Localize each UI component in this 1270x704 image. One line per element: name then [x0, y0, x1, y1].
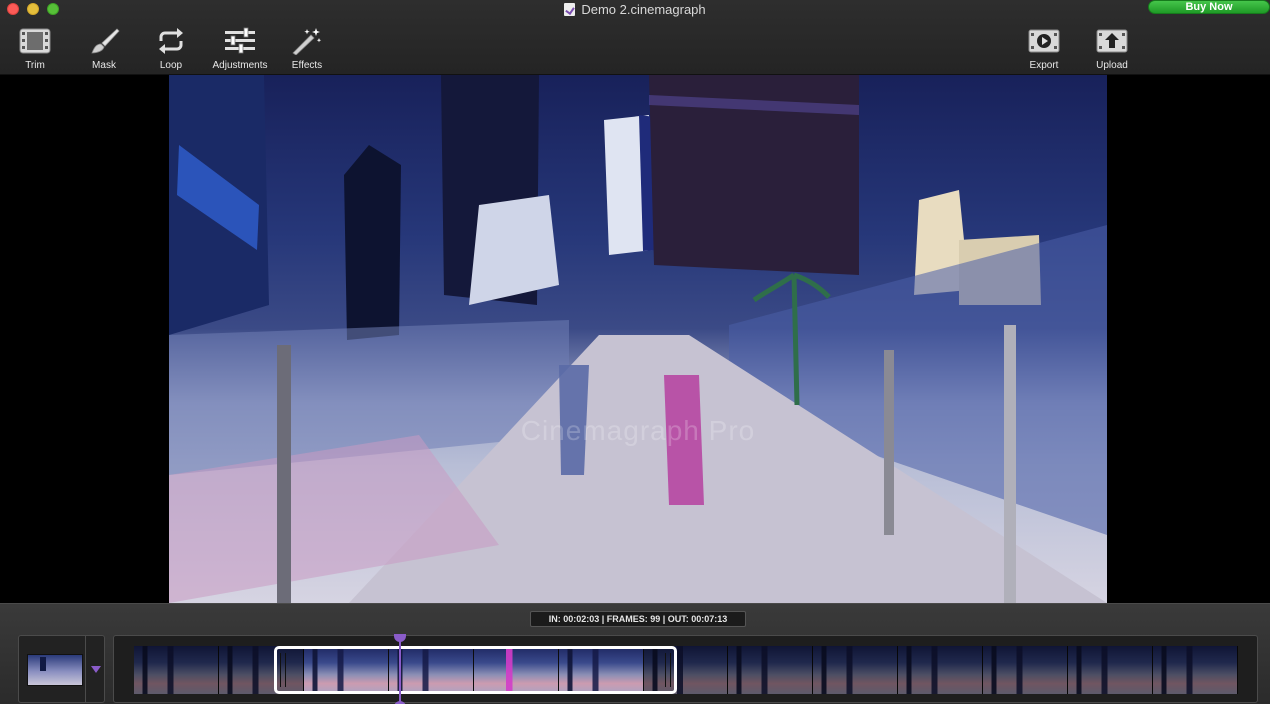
filmstrip-frame: [898, 646, 984, 694]
toolbar: Demo 2.cinemagraph Buy Now Trim Mask Loo…: [0, 0, 1270, 75]
trim-in-handle[interactable]: [280, 653, 286, 687]
trim-tool-button[interactable]: Trim: [0, 26, 70, 72]
still-frame-dropdown-icon[interactable]: [91, 666, 101, 673]
filmstrip-frame: [983, 646, 1069, 694]
trim-out-handle[interactable]: [665, 653, 671, 687]
watermark-text: Cinemagraph Pro: [520, 415, 756, 446]
still-frame-divider: [85, 636, 86, 702]
loop-tool-button[interactable]: Loop: [136, 26, 206, 72]
timeline-filmstrip[interactable]: [113, 634, 1258, 704]
filmstrip-frame: [1068, 646, 1154, 694]
document-icon: [564, 3, 576, 16]
mask-tool-button[interactable]: Mask: [69, 26, 139, 72]
export-icon: [1026, 26, 1062, 56]
playhead[interactable]: [394, 634, 406, 704]
sliders-icon: [222, 26, 258, 56]
effects-label: Effects: [291, 60, 323, 71]
mask-label: Mask: [92, 60, 116, 71]
filmstrip-frame: [813, 646, 899, 694]
window-title: Demo 2.cinemagraph: [0, 2, 1270, 18]
trim-icon: [17, 26, 53, 56]
brush-icon: [86, 26, 122, 56]
filmstrip-frame: [134, 646, 219, 694]
loop-icon: [153, 26, 189, 56]
export-button[interactable]: Export: [1009, 26, 1079, 72]
scene-illustration: [169, 75, 1107, 603]
adjustments-tool-button[interactable]: Adjustments: [205, 26, 275, 72]
timeline-panel: IN: 00:02:03 | FRAMES: 99 | OUT: 00:07:1…: [0, 603, 1270, 704]
video-preview[interactable]: Cinemagraph Pro: [169, 75, 1107, 603]
still-frame-selector[interactable]: [18, 635, 105, 703]
adjustments-label: Adjustments: [212, 60, 268, 71]
upload-icon: [1094, 26, 1130, 56]
buy-now-button[interactable]: Buy Now: [1148, 0, 1270, 14]
filmstrip-frame: [1153, 646, 1238, 694]
export-label: Export: [1029, 60, 1059, 71]
still-frame-thumbnail[interactable]: [27, 654, 83, 686]
upload-button[interactable]: Upload: [1077, 26, 1147, 72]
trim-selection[interactable]: [274, 646, 677, 694]
filmstrip-frame: [728, 646, 814, 694]
canvas-area: Cinemagraph Pro: [0, 75, 1270, 603]
window-title-text: Demo 2.cinemagraph: [581, 2, 706, 17]
effects-tool-button[interactable]: Effects: [272, 26, 342, 72]
upload-label: Upload: [1096, 60, 1128, 71]
loop-label: Loop: [159, 60, 183, 71]
trim-label: Trim: [25, 60, 45, 71]
trim-readout: IN: 00:02:03 | FRAMES: 99 | OUT: 00:07:1…: [530, 611, 746, 627]
magic-wand-icon: [289, 26, 325, 56]
